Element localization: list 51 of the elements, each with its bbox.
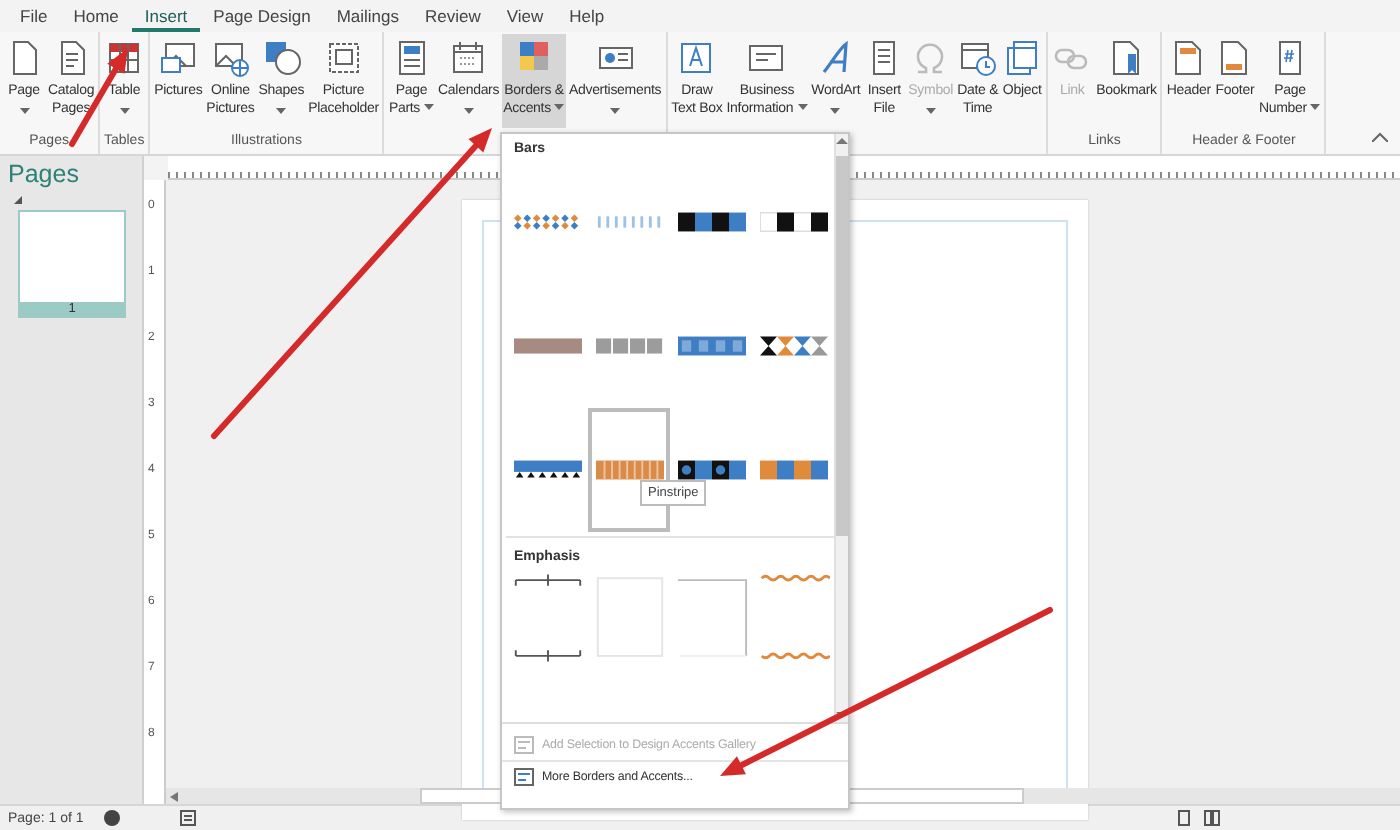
online-picture-icon — [210, 38, 251, 78]
caret-icon — [19, 107, 29, 113]
caret-icon — [925, 107, 936, 113]
border-bar-icon — [759, 460, 827, 480]
border-bar-icon — [513, 212, 581, 232]
border-bar-icon — [759, 336, 827, 356]
shapes-icon — [261, 38, 302, 78]
caret-icon — [119, 107, 130, 113]
border-bar-icon — [595, 460, 663, 480]
caret-icon — [1310, 104, 1321, 111]
two-page-view-icon[interactable] — [1204, 810, 1220, 826]
border-bar-icon — [513, 460, 581, 480]
collapse-ribbon-icon[interactable] — [1372, 132, 1388, 142]
scrollbar-thumb[interactable] — [836, 156, 848, 536]
caret-icon — [554, 104, 565, 111]
ribbon-tab[interactable]: Help — [557, 1, 617, 31]
caret-icon — [424, 104, 435, 111]
caret-icon — [463, 107, 474, 113]
pages-pane-title: Pages — [8, 160, 81, 188]
placeholder-icon — [323, 38, 364, 78]
ribbon-tab[interactable]: Mailings — [324, 1, 412, 31]
border-bar-icon — [595, 336, 663, 356]
ribbon-tab[interactable]: Home — [61, 1, 131, 31]
border-bar-icon — [677, 460, 745, 480]
calendar-icon — [448, 38, 489, 78]
text-box-icon — [676, 38, 717, 78]
clock-calendar-icon — [957, 38, 998, 78]
caret-icon — [830, 107, 841, 113]
add-to-gallery-icon — [514, 736, 534, 754]
border-bar-icon — [513, 336, 581, 356]
ribbon-tab[interactable]: View — [494, 1, 556, 31]
collapse-triangle-icon[interactable] — [14, 196, 22, 204]
border-bar-icon — [677, 212, 745, 232]
caret-icon — [610, 107, 621, 113]
ribbon-tab[interactable]: Review — [413, 1, 493, 31]
frame-icon — [757, 572, 829, 664]
ribbon-tab[interactable]: Page Design — [201, 1, 323, 31]
scroll-up-icon[interactable] — [836, 136, 848, 148]
layout-icon[interactable] — [179, 810, 196, 826]
border-bar-icon — [677, 336, 745, 356]
ribbon-tab[interactable]: File — [8, 1, 60, 31]
picture-icon — [158, 38, 199, 78]
border-bar-icon — [595, 212, 663, 232]
single-page-view-icon[interactable] — [1176, 810, 1192, 826]
record-icon[interactable] — [103, 810, 120, 826]
frame-icon — [511, 572, 583, 664]
borders-dialog-icon — [514, 768, 534, 786]
object-icon — [1002, 38, 1043, 78]
border-bar-icon — [759, 212, 827, 232]
caret-icon — [797, 104, 808, 111]
caret-icon — [276, 107, 287, 113]
